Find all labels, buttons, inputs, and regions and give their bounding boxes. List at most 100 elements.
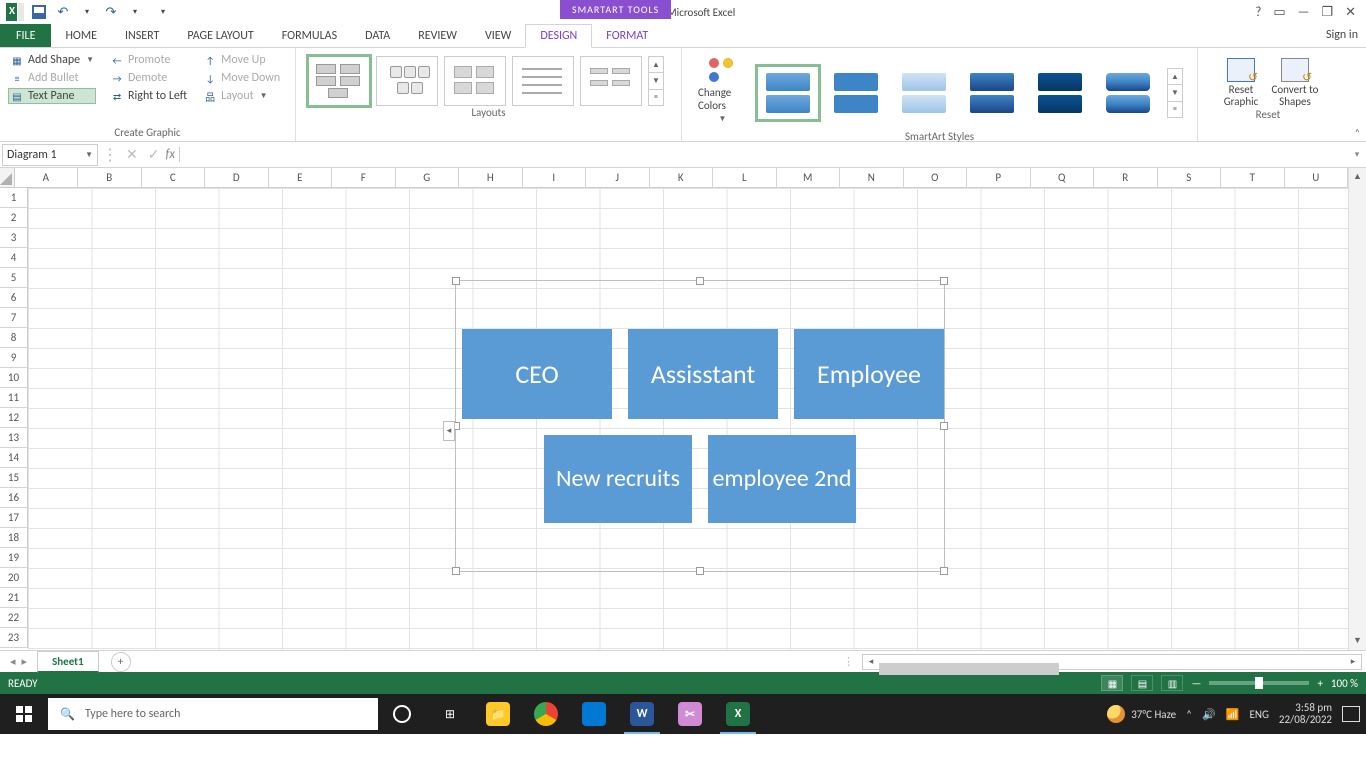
collapse-ribbon-button[interactable]: ˄	[1355, 126, 1360, 139]
name-box-dropdown-icon[interactable]: ▼	[85, 150, 93, 160]
add-shape-button[interactable]: ▦Add Shape▼	[8, 52, 96, 68]
reset-graphic-button[interactable]: Reset Graphic	[1216, 58, 1266, 108]
qat-undo-button[interactable]: ↶	[54, 3, 72, 21]
select-all-button[interactable]	[0, 168, 15, 188]
tab-nav-first[interactable]: ◂	[10, 655, 16, 668]
column-header-D[interactable]: D	[205, 168, 269, 188]
smartart-node-new-recruits[interactable]: New recruits	[544, 435, 692, 523]
smartart-node-employee[interactable]: Employee	[794, 329, 944, 419]
convert-to-shapes-button[interactable]: Convert to Shapes	[1270, 58, 1320, 108]
text-pane-button[interactable]: ▤Text Pane	[8, 88, 96, 104]
column-header-J[interactable]: J	[586, 168, 650, 188]
promote-button[interactable]: ←Promote	[108, 52, 189, 68]
style-option-2[interactable]	[827, 68, 885, 118]
qat-undo-menu[interactable]: ▾	[78, 3, 96, 21]
column-header-Q[interactable]: Q	[1031, 168, 1095, 188]
hscroll-left[interactable]: ◂	[863, 656, 879, 667]
column-header-M[interactable]: M	[777, 168, 841, 188]
view-page-break-button[interactable]: ▥	[1161, 675, 1183, 691]
style-option-3[interactable]	[895, 68, 953, 118]
column-header-K[interactable]: K	[650, 168, 714, 188]
style-option-1[interactable]	[759, 68, 817, 118]
qat-save-button[interactable]	[30, 3, 48, 21]
row-header-5[interactable]: 5	[0, 268, 28, 288]
resize-handle-bl[interactable]	[452, 567, 460, 575]
qat-redo-menu[interactable]: ▾	[126, 3, 144, 21]
name-box[interactable]: Diagram 1 ▼	[2, 144, 98, 166]
smartart-diagram[interactable]: ◂ CEO Assisstant Employee New recruits e…	[455, 280, 945, 572]
row-header-14[interactable]: 14	[0, 448, 28, 468]
row-header-3[interactable]: 3	[0, 228, 28, 248]
zoom-out-button[interactable]: —	[1191, 677, 1201, 690]
tab-page-layout[interactable]: PAGE LAYOUT	[173, 24, 267, 47]
column-header-F[interactable]: F	[332, 168, 396, 188]
tab-home[interactable]: HOME	[51, 24, 111, 47]
column-header-C[interactable]: C	[142, 168, 206, 188]
column-header-R[interactable]: R	[1094, 168, 1158, 188]
demote-button[interactable]: →Demote	[108, 70, 189, 86]
tab-format[interactable]: FORMAT	[592, 24, 662, 47]
fx-cancel-button[interactable]: ✕	[126, 146, 138, 163]
formula-bar-expand[interactable]: ▾	[1348, 149, 1366, 160]
row-header-6[interactable]: 6	[0, 288, 28, 308]
tab-review[interactable]: REVIEW	[404, 24, 471, 47]
hscroll-thumb[interactable]	[879, 663, 1059, 675]
tab-file[interactable]: FILE	[0, 24, 51, 47]
resize-handle-b[interactable]	[696, 567, 704, 575]
taskbar-file-explorer[interactable]: 📁	[474, 694, 522, 734]
layout-option-1[interactable]	[308, 56, 370, 106]
column-header-I[interactable]: I	[523, 168, 587, 188]
smartart-node-ceo[interactable]: CEO	[462, 329, 612, 419]
column-header-L[interactable]: L	[713, 168, 777, 188]
hscroll-right[interactable]: ▸	[1345, 656, 1361, 667]
row-header-19[interactable]: 19	[0, 548, 28, 568]
tab-design[interactable]: DESIGN	[525, 24, 592, 48]
text-pane-toggle[interactable]: ◂	[443, 421, 455, 441]
style-option-5[interactable]	[1031, 68, 1089, 118]
action-center-button[interactable]	[1342, 706, 1360, 722]
view-page-layout-button[interactable]: ▤	[1131, 675, 1153, 691]
taskbar-chrome[interactable]	[522, 694, 570, 734]
minimize-button[interactable]: —	[1298, 5, 1310, 20]
help-button[interactable]: ?	[1255, 5, 1261, 20]
start-button[interactable]	[0, 694, 48, 734]
column-header-S[interactable]: S	[1158, 168, 1222, 188]
layout-option-5[interactable]	[580, 56, 642, 106]
smartart-styles-gallery[interactable]: ▲▼≡	[753, 52, 1189, 130]
fx-label[interactable]: fx	[165, 147, 180, 162]
taskbar-task-view[interactable]: ⊞	[426, 694, 474, 734]
row-header-20[interactable]: 20	[0, 568, 28, 588]
row-header-18[interactable]: 18	[0, 528, 28, 548]
taskbar-word[interactable]: W	[618, 694, 666, 734]
column-header-N[interactable]: N	[840, 168, 904, 188]
tray-volume-icon[interactable]: 🔊	[1202, 708, 1216, 721]
layout-option-3[interactable]	[444, 56, 506, 106]
tab-scroll-split[interactable]: ⋮	[835, 655, 862, 668]
qat-redo-button[interactable]: ↷	[102, 3, 120, 21]
row-header-2[interactable]: 2	[0, 208, 28, 228]
column-header-U[interactable]: U	[1285, 168, 1349, 188]
close-button[interactable]: ✕	[1345, 5, 1356, 20]
style-option-6[interactable]	[1099, 68, 1157, 118]
resize-handle-t[interactable]	[696, 277, 704, 285]
row-header-12[interactable]: 12	[0, 408, 28, 428]
taskbar-cortana[interactable]	[378, 694, 426, 734]
row-header-4[interactable]: 4	[0, 248, 28, 268]
new-sheet-button[interactable]: +	[111, 652, 131, 672]
right-to-left-button[interactable]: ⇄Right to Left	[108, 88, 189, 104]
move-up-button[interactable]: ↑Move Up	[201, 52, 282, 68]
formula-bar-input[interactable]	[180, 144, 1348, 166]
qat-customize-menu[interactable]: ▾	[154, 3, 172, 21]
fx-enter-button[interactable]: ✓	[148, 146, 160, 163]
row-header-1[interactable]: 1	[0, 188, 28, 208]
column-header-H[interactable]: H	[459, 168, 523, 188]
tray-chevron[interactable]: ˄	[1186, 708, 1192, 721]
layout-option-4[interactable]	[512, 56, 574, 106]
sign-in-link[interactable]: Sign in	[1326, 28, 1358, 42]
column-header-O[interactable]: O	[904, 168, 968, 188]
zoom-slider[interactable]	[1209, 681, 1309, 685]
tray-wifi-icon[interactable]: 📶	[1226, 708, 1240, 721]
scroll-down-button[interactable]: ▼	[1349, 632, 1366, 650]
horizontal-scrollbar[interactable]: ◂ ▸	[862, 654, 1362, 670]
style-option-4[interactable]	[963, 68, 1021, 118]
